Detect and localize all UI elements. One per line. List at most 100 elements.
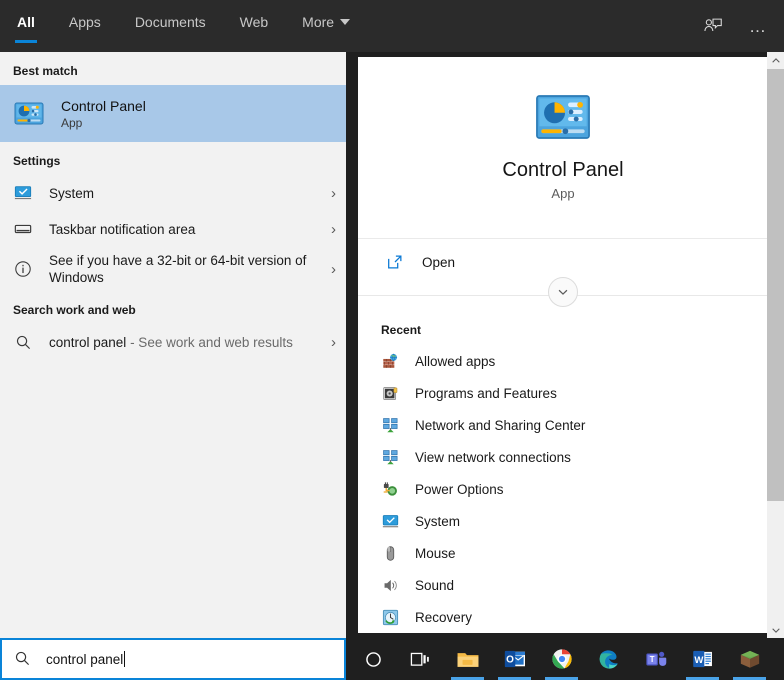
programs-features-icon — [381, 384, 399, 402]
recent-item[interactable]: Mouse — [358, 537, 768, 569]
taskbar-edge[interactable] — [585, 638, 632, 680]
network-sharing-icon — [381, 416, 399, 434]
web-search-heading: Search work and web — [0, 291, 346, 324]
recent-item[interactable]: Programs and Features — [358, 377, 768, 409]
taskbar-teams[interactable]: T — [632, 638, 679, 680]
svg-text:W: W — [694, 655, 703, 666]
tab-apps[interactable]: Apps — [52, 0, 118, 52]
more-options-icon[interactable]: … — [744, 11, 774, 41]
chevron-right-icon: › — [322, 261, 336, 278]
recent-item[interactable]: Network and Sharing Center — [358, 409, 768, 441]
preview-hero: Control Panel App — [358, 57, 768, 239]
recent-item[interactable]: Recovery — [358, 601, 768, 633]
recent-item-label: Mouse — [415, 546, 456, 561]
speaker-icon — [381, 576, 399, 594]
search-filter-tabs: All Apps Documents Web More — [0, 0, 367, 52]
tab-label: Web — [240, 14, 269, 30]
taskbar-outlook[interactable]: O — [491, 638, 538, 680]
recent-item[interactable]: System — [358, 505, 768, 537]
chevron-right-icon: › — [322, 334, 336, 351]
taskbar-word[interactable]: W — [679, 638, 726, 680]
recent-item[interactable]: Power Options — [358, 473, 768, 505]
cortana-icon — [364, 650, 383, 669]
best-match-title: Control Panel — [61, 97, 146, 115]
info-circle-icon — [13, 259, 33, 279]
recent-heading: Recent — [358, 307, 768, 345]
scroll-up-button[interactable] — [767, 52, 784, 69]
search-input[interactable]: control panel — [0, 638, 346, 680]
expand-more-button[interactable] — [548, 277, 578, 307]
preview-expander — [358, 285, 768, 307]
taskbar: OTW — [350, 638, 784, 680]
bottom-bar: control panel O T W — [0, 638, 784, 680]
control-panel-icon — [13, 98, 45, 130]
search-icon — [14, 650, 32, 668]
edge-icon — [598, 648, 620, 670]
search-filter-tabbar: All Apps Documents Web More … — [0, 0, 784, 52]
recent-list: Allowed apps Programs and Features Network… — [358, 345, 768, 633]
tab-label: All — [17, 14, 35, 30]
task-view-icon — [410, 650, 431, 669]
taskbar-icon — [13, 219, 33, 239]
file-explorer-icon — [456, 649, 480, 669]
power-options-icon — [381, 480, 399, 498]
search-input-text: control panel — [46, 651, 125, 667]
more-options-glyph: … — [749, 18, 769, 35]
svg-text:T: T — [649, 654, 654, 663]
preview-scrollbar[interactable] — [767, 52, 784, 638]
best-match-subtitle: App — [61, 115, 146, 131]
web-search-suffix: - See work and web results — [126, 335, 293, 350]
web-search-query: control panel — [49, 335, 126, 350]
recent-item[interactable]: View network connections — [358, 441, 768, 473]
tab-more[interactable]: More — [285, 0, 367, 52]
recent-item-label: Sound — [415, 578, 454, 593]
tab-all[interactable]: All — [0, 0, 52, 52]
web-search-result-item[interactable]: control panel - See work and web results… — [0, 324, 346, 360]
recent-item-label: View network connections — [415, 450, 571, 465]
tab-label: Documents — [135, 14, 206, 30]
chrome-icon — [551, 648, 573, 670]
recent-item-label: Power Options — [415, 482, 504, 497]
minecraft-icon — [739, 649, 761, 670]
taskbar-file-explorer[interactable] — [444, 638, 491, 680]
settings-heading: Settings — [0, 142, 346, 175]
teams-icon: T — [645, 649, 667, 670]
text-cursor — [124, 651, 125, 667]
recent-item[interactable]: Sound — [358, 569, 768, 601]
firewall-allowed-apps-icon — [381, 352, 399, 370]
taskbar-cortana[interactable] — [350, 638, 397, 680]
search-results-pane: Best match — [0, 52, 346, 638]
scroll-down-button[interactable] — [767, 621, 784, 638]
tab-documents[interactable]: Documents — [118, 0, 223, 52]
recent-item-label: Allowed apps — [415, 354, 495, 369]
scrollbar-track[interactable] — [767, 69, 784, 621]
taskbar-minecraft[interactable] — [726, 638, 773, 680]
svg-text:O: O — [506, 655, 514, 666]
taskbar-chrome[interactable] — [538, 638, 585, 680]
recent-item-label: Network and Sharing Center — [415, 418, 585, 433]
chevron-right-icon: › — [322, 185, 336, 202]
web-search-result-label: control panel - See work and web results — [49, 334, 322, 351]
search-value: control panel — [46, 652, 123, 667]
recent-item-label: Programs and Features — [415, 386, 557, 401]
tab-web[interactable]: Web — [223, 0, 286, 52]
taskbar-task-view[interactable] — [397, 638, 444, 680]
settings-item-bit-version[interactable]: See if you have a 32-bit or 64-bit versi… — [0, 247, 346, 291]
recovery-icon — [381, 608, 399, 626]
settings-item-label: See if you have a 32-bit or 64-bit versi… — [49, 252, 322, 286]
best-match-heading: Best match — [0, 52, 346, 85]
best-match-item-control-panel[interactable]: Control Panel App — [0, 85, 346, 142]
app-preview-pane: Control Panel App Open Recent Allowed — [358, 57, 768, 633]
tab-label: More — [302, 14, 334, 30]
open-external-icon — [386, 253, 404, 271]
settings-item-system[interactable]: System › — [0, 175, 346, 211]
best-match-text: Control Panel App — [61, 97, 146, 131]
scrollbar-thumb[interactable] — [767, 69, 784, 501]
recent-item[interactable]: Allowed apps — [358, 345, 768, 377]
feedback-icon[interactable] — [698, 11, 728, 41]
settings-item-label: Taskbar notification area — [49, 221, 322, 238]
chevron-right-icon: › — [322, 221, 336, 238]
start-menu-search: All Apps Documents Web More … Best match — [0, 0, 784, 680]
preview-title: Control Panel — [502, 159, 623, 182]
settings-item-taskbar-notification-area[interactable]: Taskbar notification area › — [0, 211, 346, 247]
